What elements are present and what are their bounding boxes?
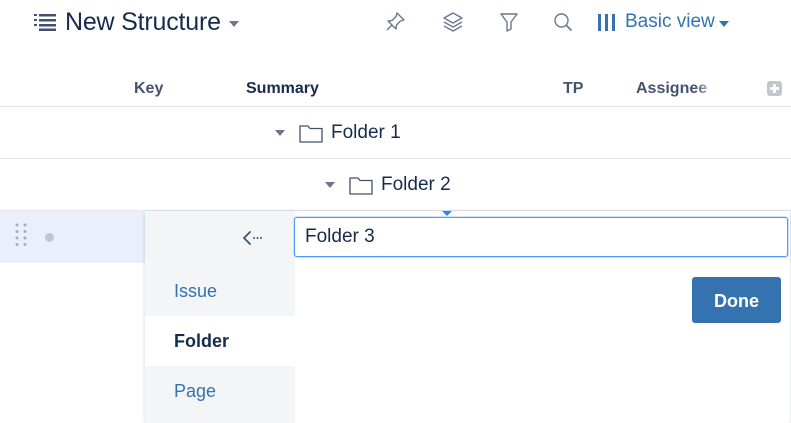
create-item-panel: Issue Folder Page Done xyxy=(145,211,790,423)
back-arrow-icon[interactable] xyxy=(240,225,270,251)
filter-icon[interactable] xyxy=(497,10,521,34)
folder-icon xyxy=(299,124,323,143)
column-summary[interactable]: Summary xyxy=(246,80,319,98)
column-tp[interactable]: TP xyxy=(563,80,583,98)
chevron-down-icon xyxy=(718,20,729,27)
structure-list-icon xyxy=(34,14,56,31)
row-summary: Folder 1 xyxy=(331,122,401,143)
column-key[interactable]: Key xyxy=(134,80,163,98)
search-icon[interactable] xyxy=(551,10,575,34)
table-row[interactable]: Folder 2 xyxy=(0,159,791,211)
layers-icon[interactable] xyxy=(441,10,465,34)
insert-position-marker xyxy=(442,211,452,216)
structure-toolbar: New Structure Basic view xyxy=(0,0,791,44)
add-column-icon[interactable] xyxy=(767,81,782,96)
chevron-down-icon xyxy=(228,20,239,27)
pin-icon[interactable] xyxy=(383,10,407,34)
folder-icon xyxy=(349,176,373,195)
table-row[interactable]: Folder 1 xyxy=(0,107,791,159)
type-option-folder[interactable]: Folder xyxy=(145,316,295,366)
structure-selector[interactable]: New Structure xyxy=(34,6,239,38)
drag-handle-icon[interactable] xyxy=(14,221,28,253)
structure-title: New Structure xyxy=(65,7,221,36)
tree-node: Folder 2 xyxy=(325,159,451,211)
columns-icon xyxy=(598,13,615,31)
expand-toggle-icon[interactable] xyxy=(275,130,285,136)
item-name-input[interactable] xyxy=(294,217,788,257)
type-option-issue[interactable]: Issue xyxy=(145,266,295,316)
expand-toggle-icon[interactable] xyxy=(325,182,335,188)
done-button[interactable]: Done xyxy=(692,277,781,323)
tree-node: Folder 1 xyxy=(275,107,401,159)
row-summary: Folder 2 xyxy=(381,174,451,195)
type-option-page[interactable]: Page xyxy=(145,366,295,416)
view-label: Basic view xyxy=(625,11,715,32)
column-assignee[interactable]: Assignee xyxy=(636,80,720,98)
column-header: Key Summary TP Assignee xyxy=(0,75,791,107)
view-selector[interactable]: Basic view xyxy=(598,8,729,36)
row-status-dot xyxy=(45,233,54,242)
item-type-list: Issue Folder Page xyxy=(145,211,295,423)
